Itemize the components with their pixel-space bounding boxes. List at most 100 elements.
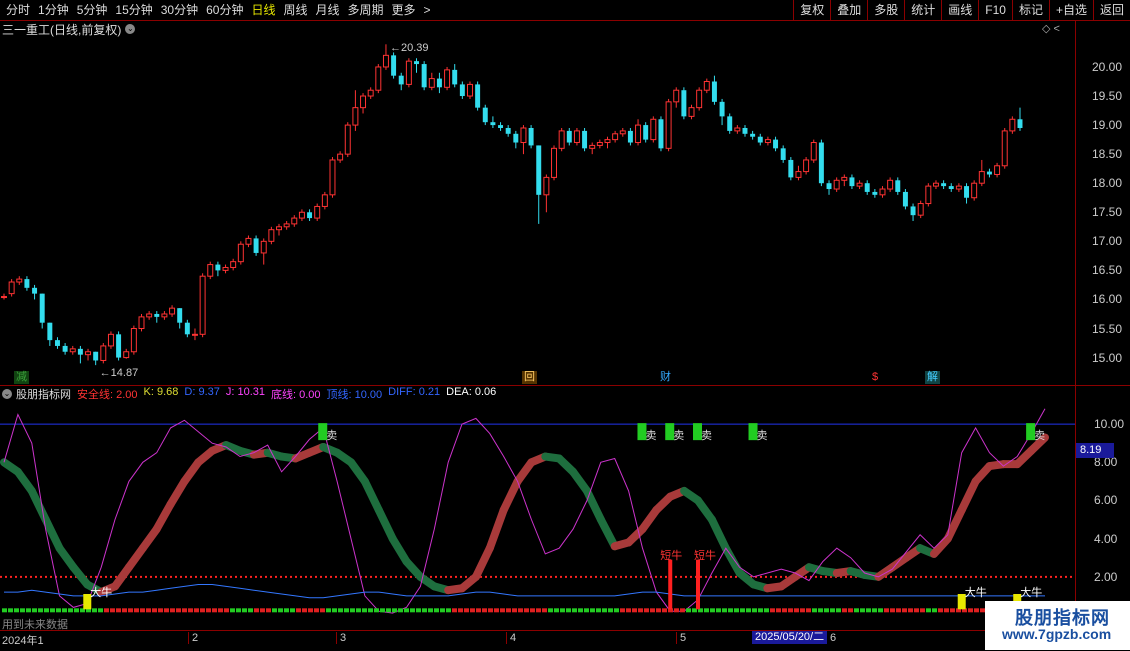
candle (77, 345, 83, 364)
candle (895, 177, 901, 195)
toolbar-button-4[interactable]: 画线 (941, 0, 978, 20)
price-tick: 15.00 (1092, 350, 1123, 365)
short-bull-label: 短牛 (660, 549, 683, 562)
sell-signal-label: 卖 (756, 430, 768, 443)
candle (352, 90, 359, 131)
candle (750, 130, 756, 140)
candle (543, 174, 550, 213)
candle (428, 72, 435, 91)
candle (887, 177, 894, 192)
candle (1, 293, 7, 300)
sell-signal-label: 卖 (701, 430, 712, 443)
candle (16, 276, 23, 285)
watermark-url: www.7gpzb.com (1002, 626, 1112, 642)
candle (573, 127, 580, 146)
candle (727, 113, 733, 134)
candle (764, 136, 771, 146)
toolbar-button-1[interactable]: 叠加 (830, 0, 867, 20)
toolbar-button-3[interactable]: 统计 (904, 0, 941, 20)
candle (780, 145, 786, 163)
candle (810, 139, 817, 163)
candle (498, 122, 504, 131)
current-value-badge: 8.19 (1076, 443, 1114, 458)
indicator-tick: 4.00 (1094, 531, 1118, 546)
candle (260, 238, 267, 265)
candle (551, 145, 557, 181)
candle (245, 235, 252, 248)
period-tab-6[interactable]: 日线 (247, 0, 279, 20)
candle (337, 151, 344, 163)
candle (795, 165, 802, 181)
period-tab-8[interactable]: 月线 (312, 0, 344, 20)
candle (459, 81, 465, 99)
candle (344, 122, 351, 158)
candle (773, 136, 779, 152)
event-marker[interactable]: 回 (522, 371, 537, 384)
candle (283, 220, 290, 230)
event-marker[interactable]: $ (870, 371, 881, 384)
period-tab-7[interactable]: 周线 (279, 0, 311, 20)
candle (307, 209, 313, 221)
toolbar-button-6[interactable]: 标记 (1011, 0, 1049, 20)
toolbar-button-0[interactable]: 复权 (793, 0, 830, 20)
candle (703, 78, 710, 94)
period-tab-2[interactable]: 5分钟 (73, 0, 112, 20)
date-tick: 4 (506, 632, 516, 644)
candle (207, 261, 214, 280)
candle (719, 98, 725, 126)
candle (314, 203, 321, 221)
chevron-down-icon[interactable]: ⌄ (2, 389, 12, 399)
period-tab-10[interactable]: 更多 (388, 0, 420, 20)
candle (116, 331, 122, 361)
candle (414, 58, 419, 73)
toolbar-button-7[interactable]: +自选 (1048, 0, 1093, 20)
period-tab-4[interactable]: 30分钟 (157, 0, 202, 20)
candle (589, 142, 596, 155)
candle (329, 157, 336, 198)
candle (32, 284, 38, 300)
event-marker[interactable]: 解 (925, 371, 940, 384)
event-marker[interactable]: 减 (14, 371, 29, 384)
date-tick: 5 (676, 632, 686, 644)
indicator-tick: 2.00 (1094, 569, 1118, 584)
candle (673, 87, 680, 108)
period-tab-5[interactable]: 60分钟 (202, 0, 247, 20)
candle (917, 200, 924, 219)
candle (467, 81, 473, 99)
candle (955, 183, 962, 192)
candle (513, 130, 519, 149)
candle (734, 125, 741, 134)
toolbar-button-5[interactable]: F10 (978, 0, 1012, 20)
indicator-title-bar: ⌄ 股朋指标网 安全线: 2.00 K: 9.68 D: 9.37 J: 10.31 底… (2, 386, 508, 401)
candle (941, 180, 947, 190)
candle (47, 322, 53, 346)
candle (24, 276, 30, 291)
short-bull-bar (696, 559, 700, 610)
candle (199, 273, 206, 338)
candle (184, 319, 190, 338)
candle (237, 241, 244, 265)
candle (436, 72, 442, 94)
candle (482, 104, 488, 126)
candle (658, 116, 664, 152)
candle (253, 235, 259, 256)
event-marker[interactable]: 财 (658, 371, 673, 384)
candle (665, 98, 672, 152)
period-tab-3[interactable]: 15分钟 (111, 0, 156, 20)
period-tab-9[interactable]: 多周期 (344, 0, 388, 20)
candle (69, 345, 76, 355)
more-arrow-icon[interactable]: > (420, 0, 435, 20)
period-tab-1[interactable]: 1分钟 (34, 0, 73, 20)
price-tick: 19.50 (1092, 89, 1123, 104)
short-bull-label: 短牛 (694, 549, 716, 562)
candle (566, 127, 572, 146)
candle (872, 189, 878, 198)
candle (375, 64, 382, 94)
toolbar-button-8[interactable]: 返回 (1092, 0, 1130, 20)
candle (391, 52, 397, 79)
toolbar-button-2[interactable]: 多股 (867, 0, 904, 20)
candle (222, 264, 229, 274)
candle (107, 331, 114, 349)
period-tab-0[interactable]: 分时 (2, 0, 34, 20)
date-tick: 2 (188, 632, 198, 644)
